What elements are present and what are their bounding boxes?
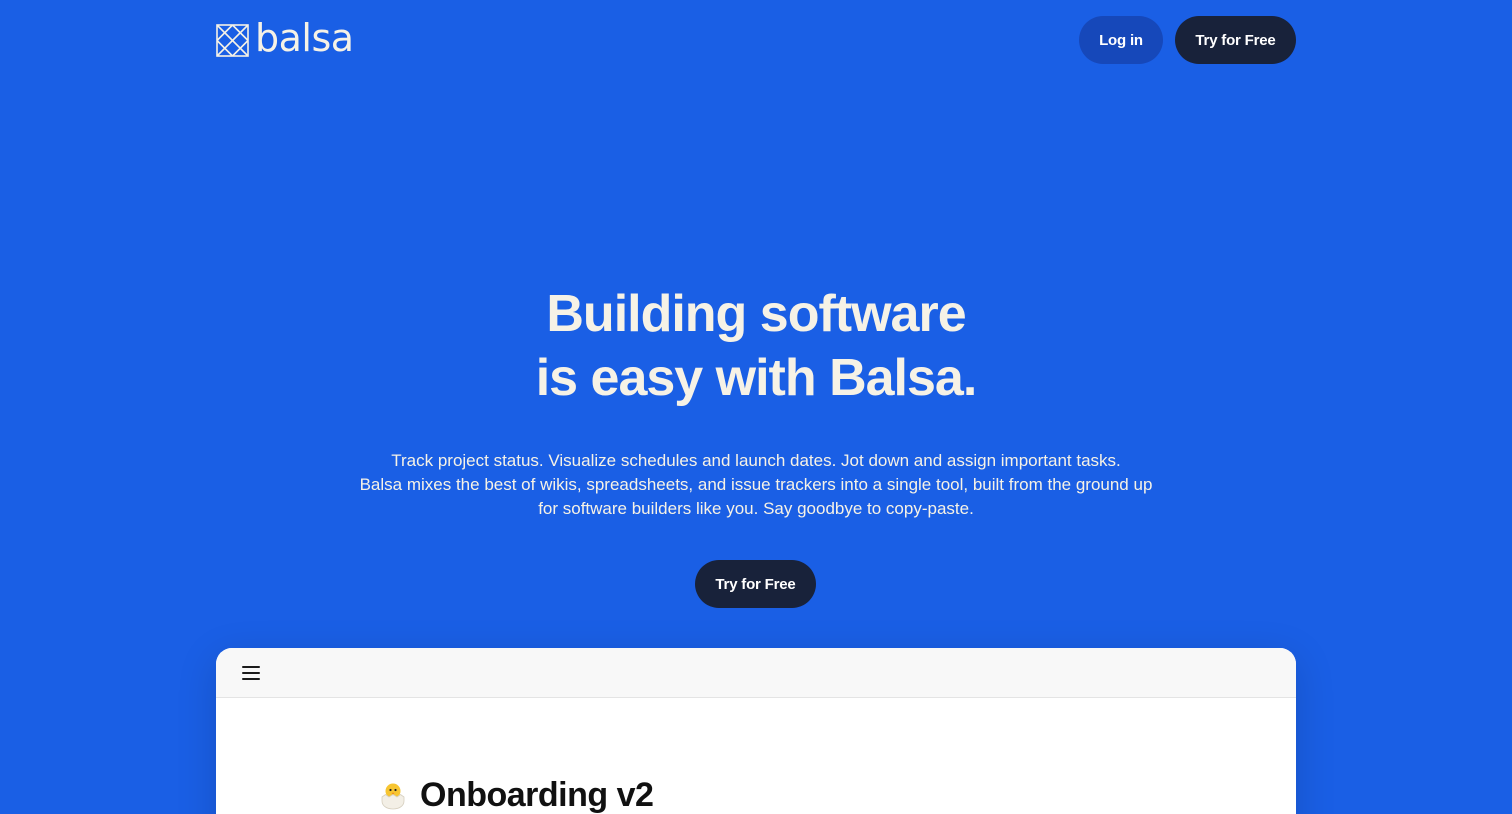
hero-subtitle-line-1: Track project status. Visualize schedule… xyxy=(391,451,1121,470)
hatching-chick-icon xyxy=(381,783,405,809)
header-try-free-button[interactable]: Try for Free xyxy=(1175,16,1296,64)
hero-subtitle: Track project status. Visualize schedule… xyxy=(0,449,1512,521)
doc-title: Onboarding v2 xyxy=(420,776,654,814)
hero-title: Building software is easy with Balsa. xyxy=(0,282,1512,410)
preview-toolbar xyxy=(216,648,1296,698)
hero-subtitle-line-3: for software builders like you. Say good… xyxy=(538,499,974,518)
doc-title-row: Onboarding v2 xyxy=(380,776,654,814)
app-preview: Onboarding v2 xyxy=(216,648,1296,814)
balsa-logo-icon xyxy=(216,23,249,57)
balsa-logo[interactable]: balsa xyxy=(216,19,354,57)
hero-title-line-2: is easy with Balsa. xyxy=(535,349,978,407)
hero-cta-wrapper: Try for Free xyxy=(695,560,816,608)
hero-subtitle-line-2: Balsa mixes the best of wikis, spreadshe… xyxy=(359,475,1153,494)
hamburger-menu-icon[interactable] xyxy=(242,665,260,680)
site-header: balsa Log in Try for Free xyxy=(216,16,1296,64)
login-button[interactable]: Log in xyxy=(1079,16,1163,64)
hero-try-free-button[interactable]: Try for Free xyxy=(695,560,816,608)
hero-title-line-1: Building software xyxy=(546,285,966,343)
logo-text: balsa xyxy=(255,16,354,60)
header-nav: Log in Try for Free xyxy=(1079,16,1296,64)
